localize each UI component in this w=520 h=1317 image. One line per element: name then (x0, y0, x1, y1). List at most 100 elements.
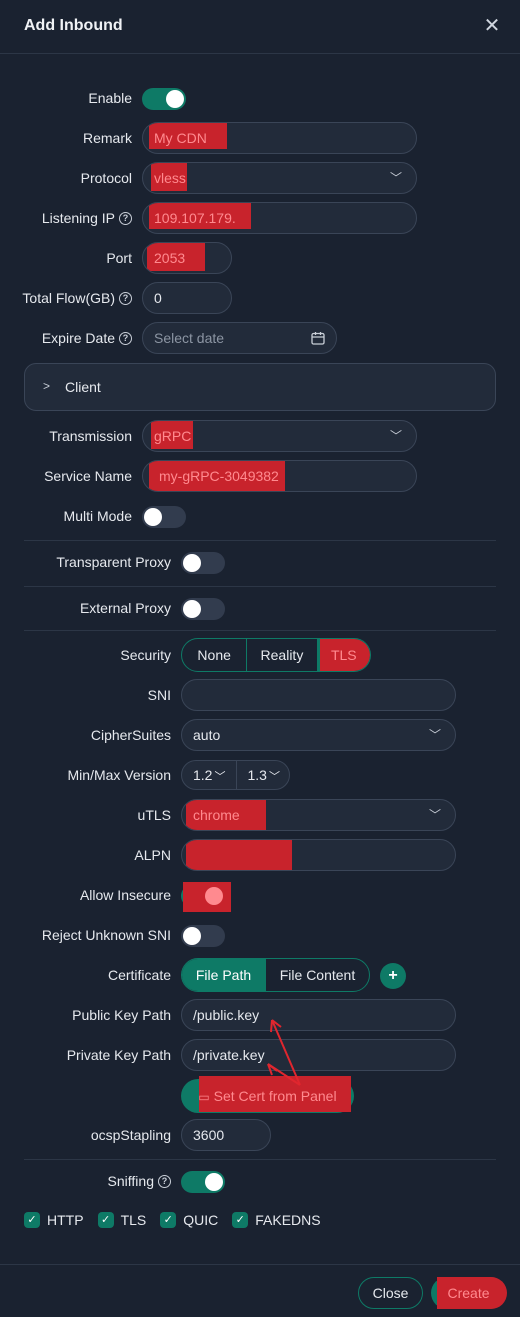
remark-value: My CDN (154, 130, 207, 146)
alpn-label: ALPN (134, 847, 171, 863)
alpn-select[interactable] (181, 839, 456, 871)
reject-unknown-sni-label: Reject Unknown SNI (41, 927, 171, 943)
divider (24, 630, 496, 631)
utls-select[interactable]: chrome ﹀ (181, 799, 456, 831)
help-icon[interactable]: ? (158, 1174, 171, 1188)
security-option-none[interactable]: None (182, 639, 246, 671)
chevron-down-icon: ﹀ (428, 808, 441, 822)
checkbox-label: HTTP (47, 1212, 84, 1228)
sniffing-tls-checkbox[interactable]: ✓ TLS (97, 1212, 147, 1228)
remark-label: Remark (82, 130, 132, 146)
client-collapse-label: Client (65, 379, 101, 395)
transparent-proxy-label: Transparent Proxy (56, 554, 171, 570)
public-key-path-label: Public Key Path (72, 1007, 171, 1023)
security-segmented[interactable]: None Reality TLS (181, 638, 371, 672)
public-key-path-value: /public.key (193, 1007, 260, 1023)
utls-label: uTLS (137, 807, 171, 823)
listening-ip-input[interactable]: 109.107.179. (142, 202, 417, 234)
help-icon[interactable]: ? (119, 331, 132, 345)
port-input[interactable]: 2053 (142, 242, 232, 274)
ciphersuites-value: auto (193, 727, 221, 743)
chevron-down-icon: ﹀ (428, 728, 441, 742)
chevron-down-icon: ﹀ (389, 429, 402, 443)
external-proxy-label: External Proxy (79, 600, 171, 616)
help-icon[interactable]: ? (119, 211, 132, 225)
port-value: 2053 (154, 250, 186, 266)
check-icon: ✓ (232, 1212, 249, 1228)
create-button[interactable]: Create (431, 1277, 507, 1309)
transmission-label: Transmission (49, 428, 132, 444)
ocsp-stapling-input[interactable]: 3600 (181, 1119, 271, 1151)
public-key-path-input[interactable]: /public.key (181, 999, 456, 1031)
toggle-knob (166, 90, 184, 108)
transparent-proxy-toggle[interactable] (181, 552, 225, 574)
port-label: Port (106, 250, 132, 266)
security-option-reality[interactable]: Reality (246, 639, 316, 671)
min-max-version-label: Min/Max Version (67, 767, 171, 783)
security-label: Security (120, 647, 171, 663)
set-cert-from-panel-button[interactable]: ▭ Set Cert from Panel (181, 1076, 354, 1113)
allow-insecure-label: Allow Insecure (79, 887, 171, 903)
listening-ip-label: Listening IP? (42, 210, 132, 226)
ciphersuites-select[interactable]: auto ﹀ (181, 719, 456, 751)
toggle-knob (183, 554, 201, 572)
certificate-segmented[interactable]: File Path File Content (181, 958, 370, 992)
transmission-select[interactable]: gRPC ﹀ (142, 420, 417, 452)
add-certificate-button[interactable]: + (380, 963, 406, 989)
security-option-tls-label: TLS (330, 647, 357, 663)
close-icon[interactable]: ✕ (482, 16, 502, 36)
service-name-input[interactable]: my-gRPC-3049382 (142, 460, 417, 492)
help-icon[interactable]: ? (119, 291, 132, 305)
sniffing-quic-checkbox[interactable]: ✓ QUIC (160, 1212, 218, 1228)
create-label: Create (447, 1285, 490, 1301)
certificate-label: Certificate (107, 967, 171, 983)
security-option-tls[interactable]: TLS (316, 639, 370, 671)
file-icon: ▭ (198, 1090, 210, 1104)
multi-mode-toggle[interactable] (142, 506, 186, 528)
check-icon: ✓ (24, 1212, 40, 1228)
sniffing-fakedns-checkbox[interactable]: ✓ FAKEDNS (232, 1212, 321, 1228)
multi-mode-label: Multi Mode (63, 508, 132, 524)
service-name-value: my-gRPC-3049382 (159, 468, 279, 484)
sni-input[interactable] (181, 679, 456, 711)
sniffing-options: ✓ HTTP ✓ TLS ✓ QUIC ✓ FAKEDNS (24, 1212, 321, 1228)
service-name-label: Service Name (44, 468, 132, 484)
sniffing-label: Sniffing? (108, 1173, 171, 1189)
transmission-value: gRPC (154, 428, 192, 444)
chevron-right-icon: > (43, 379, 51, 393)
total-flow-input[interactable]: 0 (142, 282, 232, 314)
min-version-select[interactable]: 1.2 ﹀ (182, 761, 236, 789)
enable-toggle[interactable] (142, 88, 186, 110)
version-selects: 1.2 ﹀ 1.3 ﹀ (181, 760, 290, 790)
allow-insecure-toggle[interactable] (181, 882, 231, 912)
private-key-path-input[interactable]: /private.key (181, 1039, 456, 1071)
client-collapse[interactable]: > Client (24, 363, 496, 411)
ocsp-stapling-value: 3600 (193, 1127, 225, 1143)
modal-title: Add Inbound (24, 17, 123, 34)
ocsp-stapling-label: ocspStapling (90, 1127, 171, 1143)
toggle-knob (183, 600, 201, 618)
sniffing-toggle[interactable] (181, 1171, 225, 1193)
set-cert-label: Set Cert from Panel (213, 1088, 337, 1104)
checkbox-label: QUIC (183, 1212, 219, 1228)
calendar-icon (311, 332, 325, 345)
sniffing-http-checkbox[interactable]: ✓ HTTP (24, 1212, 84, 1228)
max-version-select[interactable]: 1.3 ﹀ (235, 761, 290, 789)
protocol-label: Protocol (80, 170, 132, 186)
divider (24, 586, 496, 587)
protocol-select[interactable]: vless ﹀ (142, 162, 417, 194)
expire-date-placeholder: Select date (154, 330, 225, 346)
toggle-knob (183, 927, 201, 945)
close-button[interactable]: Close (358, 1277, 423, 1309)
checkbox-label: TLS (120, 1212, 147, 1228)
toggle-knob (205, 1173, 223, 1191)
min-version-value: 1.2 (193, 767, 213, 783)
certificate-option-file-path[interactable]: File Path (182, 959, 265, 991)
toggle-knob (144, 508, 162, 526)
chevron-down-icon: ﹀ (389, 171, 402, 185)
external-proxy-toggle[interactable] (181, 598, 225, 620)
expire-date-picker[interactable]: Select date (142, 322, 337, 354)
certificate-option-file-content[interactable]: File Content (265, 959, 369, 991)
remark-input[interactable]: My CDN (142, 122, 417, 154)
reject-unknown-sni-toggle[interactable] (181, 925, 225, 947)
